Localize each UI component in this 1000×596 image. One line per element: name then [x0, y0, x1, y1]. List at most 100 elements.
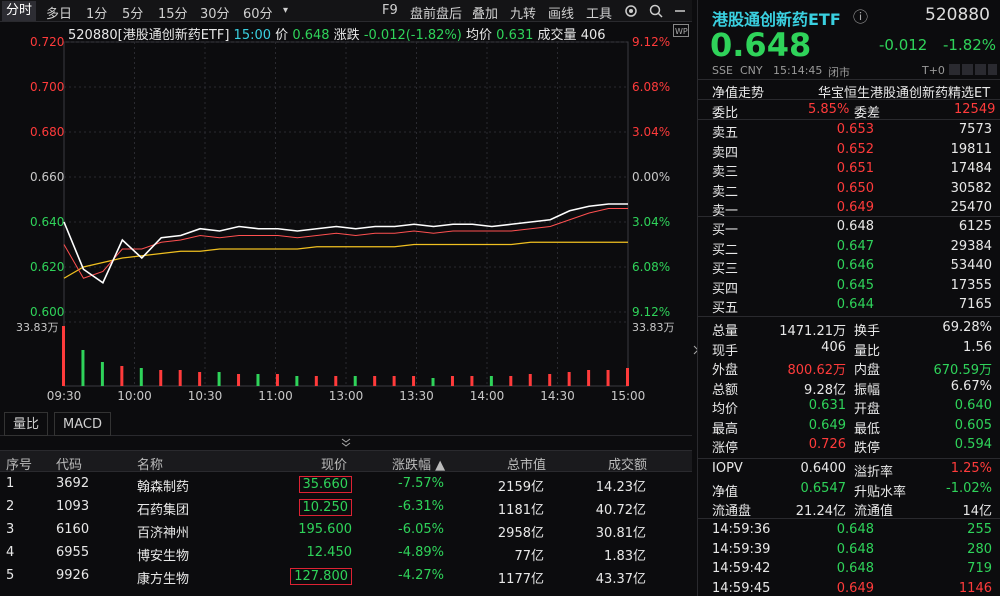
- book-qty: 53440: [951, 258, 992, 273]
- row-price: 127.800: [290, 568, 352, 585]
- book-price: 0.646: [837, 258, 874, 273]
- stat-label: 开盘: [854, 398, 880, 417]
- stat-value: 0.605: [955, 418, 992, 433]
- nine-turn-button[interactable]: 九转: [510, 3, 536, 22]
- table-row[interactable]: 36160百济神州195.600-6.05%2958亿30.81亿: [0, 518, 692, 541]
- tab-volume-ratio[interactable]: 量比: [4, 412, 48, 436]
- row-index: 1: [6, 476, 14, 491]
- tab-15min[interactable]: 15分: [158, 3, 188, 22]
- market-status: 闭市: [828, 64, 850, 80]
- chart-canvas[interactable]: 0.7209.12%0.7006.08%0.6803.04%0.6600.00%…: [0, 22, 692, 408]
- stat-label: 总量: [712, 320, 738, 339]
- volume-bar: [334, 376, 337, 386]
- book-level-label: 买二: [712, 239, 738, 258]
- col-turnover[interactable]: 成交额: [608, 454, 647, 473]
- tab-1min[interactable]: 1分: [86, 3, 107, 22]
- volume-bar: [412, 376, 415, 386]
- volume-bar: [393, 376, 396, 386]
- minus-icon[interactable]: [672, 3, 688, 19]
- stat-value: 0.640: [955, 398, 992, 413]
- price-pct: -1.82%: [943, 36, 996, 54]
- tab-60min[interactable]: 60分: [243, 3, 273, 22]
- tick-qty: 255: [967, 522, 992, 537]
- f9-button[interactable]: F9: [382, 3, 398, 18]
- col-mktcap[interactable]: 总市值: [507, 454, 546, 473]
- tick-time: 14:59:36: [712, 522, 770, 537]
- y-tick-right: 0.00%: [632, 170, 670, 184]
- x-tick: 13:00: [329, 389, 364, 403]
- row-name: 翰森制药: [137, 476, 189, 495]
- tick-qty: 280: [967, 542, 992, 557]
- y-tick-left: 0.640: [30, 215, 64, 229]
- volume-bar: [237, 374, 240, 386]
- prepost-button[interactable]: 盘前盘后: [410, 3, 462, 22]
- iopv-label: IOPV: [712, 461, 743, 476]
- tool-icons[interactable]: [948, 63, 998, 76]
- row-turnover: 1.83亿: [604, 545, 646, 564]
- book-price: 0.649: [837, 200, 874, 215]
- tab-multiday[interactable]: 多日: [46, 3, 72, 22]
- volume-bar: [81, 350, 84, 386]
- more-chevron-icon[interactable]: ▾: [283, 5, 288, 16]
- x-tick: 10:30: [188, 389, 223, 403]
- volume-bar: [101, 362, 104, 386]
- stat-value: 1.56: [963, 340, 992, 355]
- iopv-value: 21.24亿: [796, 500, 846, 519]
- draw-line-button[interactable]: 画线: [548, 3, 574, 22]
- col-name[interactable]: 名称: [137, 454, 163, 473]
- tab-macd[interactable]: MACD: [54, 412, 111, 436]
- book-qty: 25470: [951, 200, 992, 215]
- x-tick: 14:30: [540, 389, 575, 403]
- search-icon[interactable]: [648, 3, 664, 19]
- table-row[interactable]: 13692翰森制药35.660-7.57%2159亿14.23亿: [0, 472, 692, 495]
- tab-5min[interactable]: 5分: [122, 3, 143, 22]
- y-tick-right: 9.12%: [632, 35, 670, 49]
- intraday-chart[interactable]: 0.7209.12%0.7006.08%0.6803.04%0.6600.00%…: [0, 22, 692, 408]
- tab-intraday[interactable]: 分时: [2, 1, 36, 21]
- row-code: 9926: [56, 568, 89, 583]
- book-price: 0.652: [837, 142, 874, 157]
- info-icon[interactable]: ⓘ: [853, 6, 868, 27]
- table-row[interactable]: 46955博安生物12.450-4.89%77亿1.83亿: [0, 541, 692, 564]
- col-pct[interactable]: 涨跌幅 ▲: [392, 454, 445, 473]
- book-qty: 30582: [951, 181, 992, 196]
- iopv-value: 0.6400: [801, 461, 847, 476]
- col-price[interactable]: 现价: [321, 454, 347, 473]
- row-code: 6160: [56, 522, 89, 537]
- iopv-value: 1.25%: [951, 461, 992, 476]
- tick-time: 14:59:45: [712, 581, 770, 596]
- x-tick: 15:00: [611, 389, 646, 403]
- stat-label: 换手: [854, 320, 880, 339]
- volume-bar: [568, 372, 571, 386]
- volume-bar: [451, 376, 454, 386]
- iopv-label: 溢折率: [854, 461, 893, 480]
- volume-bar: [529, 374, 532, 386]
- col-index[interactable]: 序号: [6, 454, 32, 473]
- chart-time: 15:00: [234, 28, 271, 43]
- collapse-chevron-icon[interactable]: [340, 437, 352, 447]
- gear-icon[interactable]: [623, 3, 639, 19]
- stat-value: 0.649: [809, 418, 846, 433]
- row-price: 10.250: [299, 499, 353, 516]
- table-row[interactable]: 21093石药集团10.250-6.31%1181亿40.72亿: [0, 495, 692, 518]
- y-tick-left: 0.620: [30, 260, 64, 274]
- tab-30min[interactable]: 30分: [200, 3, 230, 22]
- chart-avg-label: 均价: [466, 28, 492, 43]
- vol-scale-left: 33.83万: [16, 321, 59, 334]
- last-price: 0.648: [710, 26, 811, 64]
- table-header: 序号 代码 名称 现价 涨跌幅 ▲ 总市值 成交额: [0, 450, 692, 472]
- svg-text:WP: WP: [675, 27, 688, 36]
- chart-header: 520880[港股通创新药ETF] 15:00 价 0.648 涨跌 -0.01…: [68, 24, 606, 43]
- row-index: 4: [6, 545, 14, 560]
- row-code: 6955: [56, 545, 89, 560]
- row-mktcap: 2958亿: [498, 522, 544, 541]
- overlay-button[interactable]: 叠加: [472, 3, 498, 22]
- tools-button[interactable]: 工具: [586, 3, 612, 22]
- book-level-label: 卖二: [712, 181, 738, 200]
- book-price: 0.651: [837, 161, 874, 176]
- col-code[interactable]: 代码: [56, 454, 82, 473]
- table-row[interactable]: 59926康方生物127.800-4.27%1177亿43.37亿: [0, 564, 692, 587]
- stat-label: 内盘: [854, 359, 880, 378]
- row-turnover: 30.81亿: [596, 522, 646, 541]
- volume-bar: [179, 370, 182, 386]
